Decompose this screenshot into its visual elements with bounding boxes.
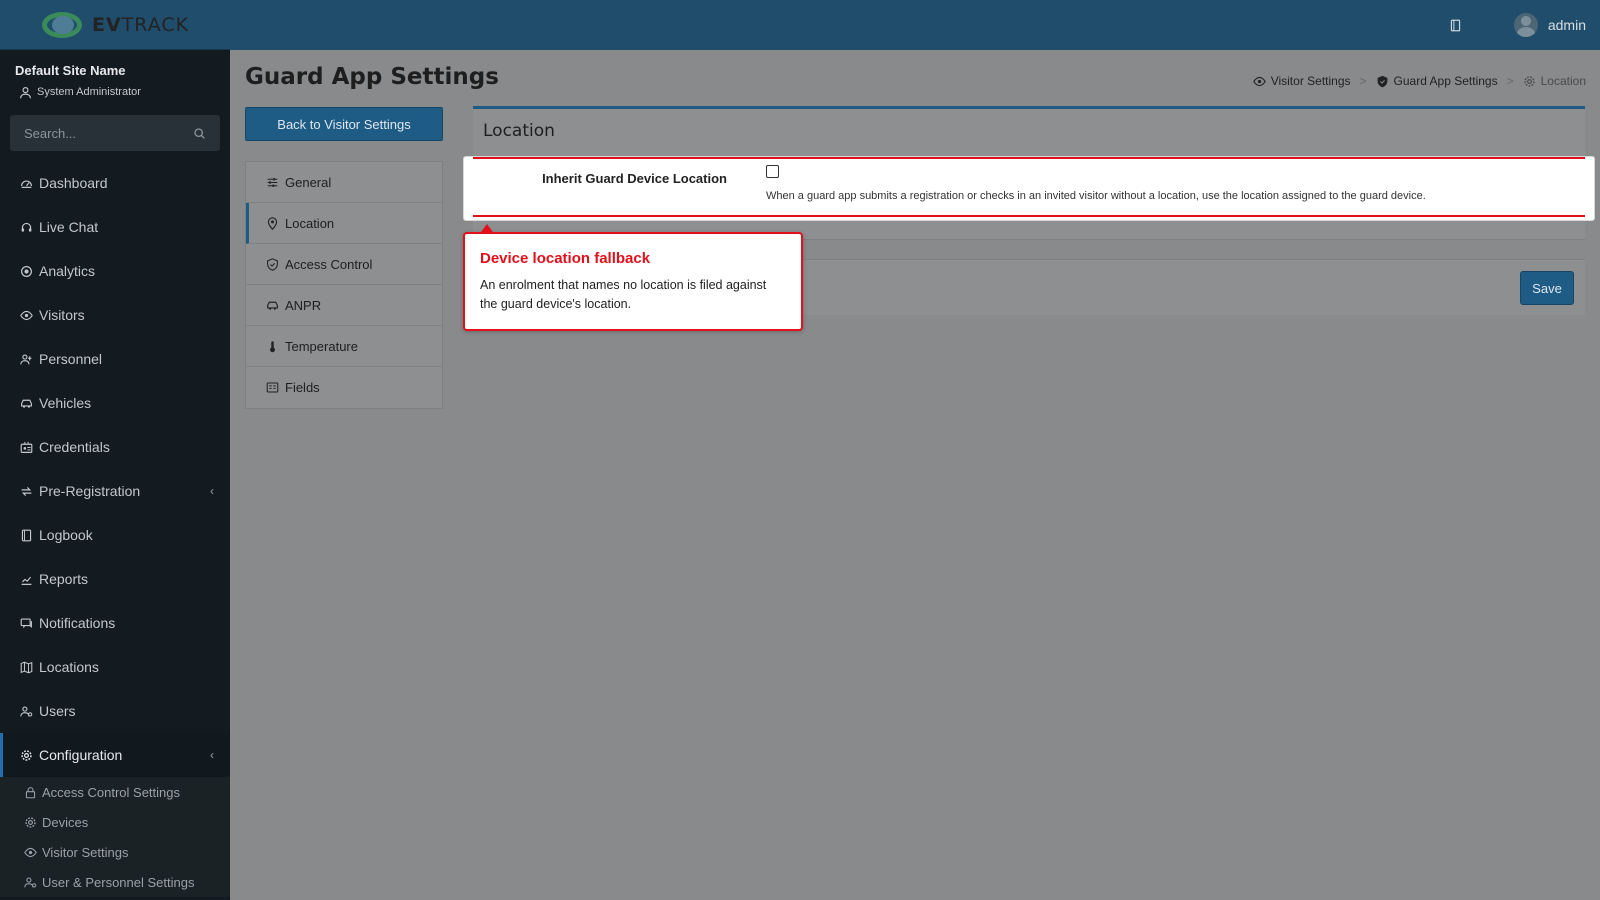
lock-icon	[23, 785, 37, 799]
tab-location[interactable]: Location	[246, 203, 442, 244]
chat-icon	[19, 616, 33, 630]
sidebar-subitem-visitor-settings[interactable]: Visitor Settings	[0, 837, 230, 867]
sidebar-item-users[interactable]: Users	[0, 689, 230, 733]
car-icon	[19, 396, 33, 410]
breadcrumb-separator: >	[1359, 74, 1367, 88]
gear-icon	[19, 748, 33, 762]
sidebar-item-personnel[interactable]: Personnel	[0, 337, 230, 381]
car-icon	[265, 298, 279, 312]
form-icon	[265, 381, 279, 395]
eye-icon	[1253, 74, 1267, 88]
highlight-bottom-border	[473, 215, 1585, 217]
users-icon	[19, 704, 33, 718]
headset-icon	[19, 220, 33, 234]
sidebar-item-vehicles[interactable]: Vehicles	[0, 381, 230, 425]
card-title: Location	[483, 121, 555, 141]
map-icon	[19, 660, 33, 674]
user-menu[interactable]: admin	[1513, 0, 1586, 50]
chevron-left-icon[interactable]: ‹	[210, 484, 214, 498]
highlight-top-border	[473, 157, 1585, 159]
inherit-guard-device-location-checkbox[interactable]	[766, 165, 779, 178]
inherit-location-setting-row: Inherit Guard Device Location When a gua…	[463, 156, 1595, 221]
site-name: Default Site Name	[15, 63, 126, 78]
sidebar-item-analytics[interactable]: Analytics	[0, 249, 230, 293]
thermometer-icon	[265, 339, 279, 353]
back-to-visitor-settings-button[interactable]: Back to Visitor Settings	[245, 107, 443, 141]
user-icon	[18, 85, 32, 99]
sidebar-item-visitors[interactable]: Visitors	[0, 293, 230, 337]
eye-icon	[19, 308, 33, 322]
logo-mark-icon	[40, 10, 86, 40]
settings-tabs: General Location Access Control ANPR Tem…	[245, 161, 443, 409]
callout-body: An enrolment that names no location is f…	[480, 278, 767, 311]
sidebar: EVTRACK Default Site Name System Adminis…	[0, 0, 230, 900]
brand-logo[interactable]: EVTRACK	[0, 0, 230, 50]
breadcrumb-guard-app-settings[interactable]: Guard App Settings	[1376, 74, 1498, 88]
reports-icon	[19, 572, 33, 586]
sidebar-item-locations[interactable]: Locations	[0, 645, 230, 689]
analytics-icon	[19, 264, 33, 278]
tab-anpr[interactable]: ANPR	[246, 285, 442, 326]
sidebar-subitem-user-personnel-settings[interactable]: User & Personnel Settings	[0, 867, 230, 897]
personnel-icon	[19, 352, 33, 366]
sidebar-item-notifications[interactable]: Notifications	[0, 601, 230, 645]
breadcrumb-separator: >	[1506, 74, 1514, 88]
sidebar-item-reports[interactable]: Reports	[0, 557, 230, 601]
sidebar-nav: Dashboard Live Chat Analytics Visitors P…	[0, 161, 230, 777]
field-help-text: When a guard app submits a registration …	[766, 190, 1426, 202]
arrows-icon	[19, 484, 33, 498]
annotation-callout: Device location fallback An enrolment th…	[463, 224, 803, 331]
eye-icon	[23, 845, 37, 859]
sidebar-item-live-chat[interactable]: Live Chat	[0, 205, 230, 249]
tab-general[interactable]: General	[246, 162, 442, 203]
inherit-guard-device-location-label: Inherit Guard Device Location	[542, 171, 727, 186]
save-button[interactable]: Save	[1520, 271, 1574, 305]
sidebar-subitem-access-control-settings[interactable]: Access Control Settings	[0, 777, 230, 807]
sidebar-item-pre-registration[interactable]: Pre-Registration ‹	[0, 469, 230, 513]
configuration-submenu: Access Control Settings Devices Visitor …	[0, 777, 230, 897]
page-title: Guard App Settings	[245, 64, 499, 90]
shield-check-icon	[265, 257, 279, 271]
users-icon	[23, 875, 37, 889]
avatar	[1513, 13, 1538, 37]
gear-icon	[23, 815, 37, 829]
sidebar-item-dashboard[interactable]: Dashboard	[0, 161, 230, 205]
username: admin	[1547, 17, 1586, 33]
tab-fields[interactable]: Fields	[246, 367, 442, 408]
shield-icon	[1376, 74, 1390, 88]
breadcrumb-visitor-settings[interactable]: Visitor Settings	[1253, 74, 1351, 88]
site-role-label: System Administrator	[37, 86, 141, 98]
sliders-icon	[265, 175, 279, 189]
search-placeholder: Search...	[24, 125, 77, 141]
tab-access-control[interactable]: Access Control	[246, 244, 442, 285]
sidebar-search-input[interactable]: Search...	[10, 115, 220, 151]
sidebar-item-logbook[interactable]: Logbook	[0, 513, 230, 557]
book-icon	[19, 528, 33, 542]
sidebar-subitem-devices[interactable]: Devices	[0, 807, 230, 837]
tab-temperature[interactable]: Temperature	[246, 326, 442, 367]
sidebar-item-credentials[interactable]: Credentials	[0, 425, 230, 469]
site-role: System Administrator	[15, 85, 215, 99]
breadcrumb-location: Location	[1523, 74, 1586, 88]
callout-pointer	[481, 224, 493, 232]
callout-title: Device location fallback	[480, 250, 651, 267]
search-icon[interactable]	[192, 126, 206, 140]
id-card-icon	[19, 440, 33, 454]
site-info: Default Site Name System Administrator	[0, 50, 230, 109]
map-pin-icon	[265, 216, 279, 230]
top-navbar: admin	[230, 0, 1600, 50]
gear-icon	[1523, 74, 1537, 88]
breadcrumb: Visitor Settings > Guard App Settings > …	[1253, 74, 1586, 88]
book-icon[interactable]	[1448, 18, 1462, 32]
sidebar-item-configuration[interactable]: Configuration ‹	[0, 733, 230, 777]
chevron-left-icon[interactable]: ‹	[210, 748, 214, 762]
dashboard-icon	[19, 176, 33, 190]
brand-name: EVTRACK	[92, 13, 190, 36]
